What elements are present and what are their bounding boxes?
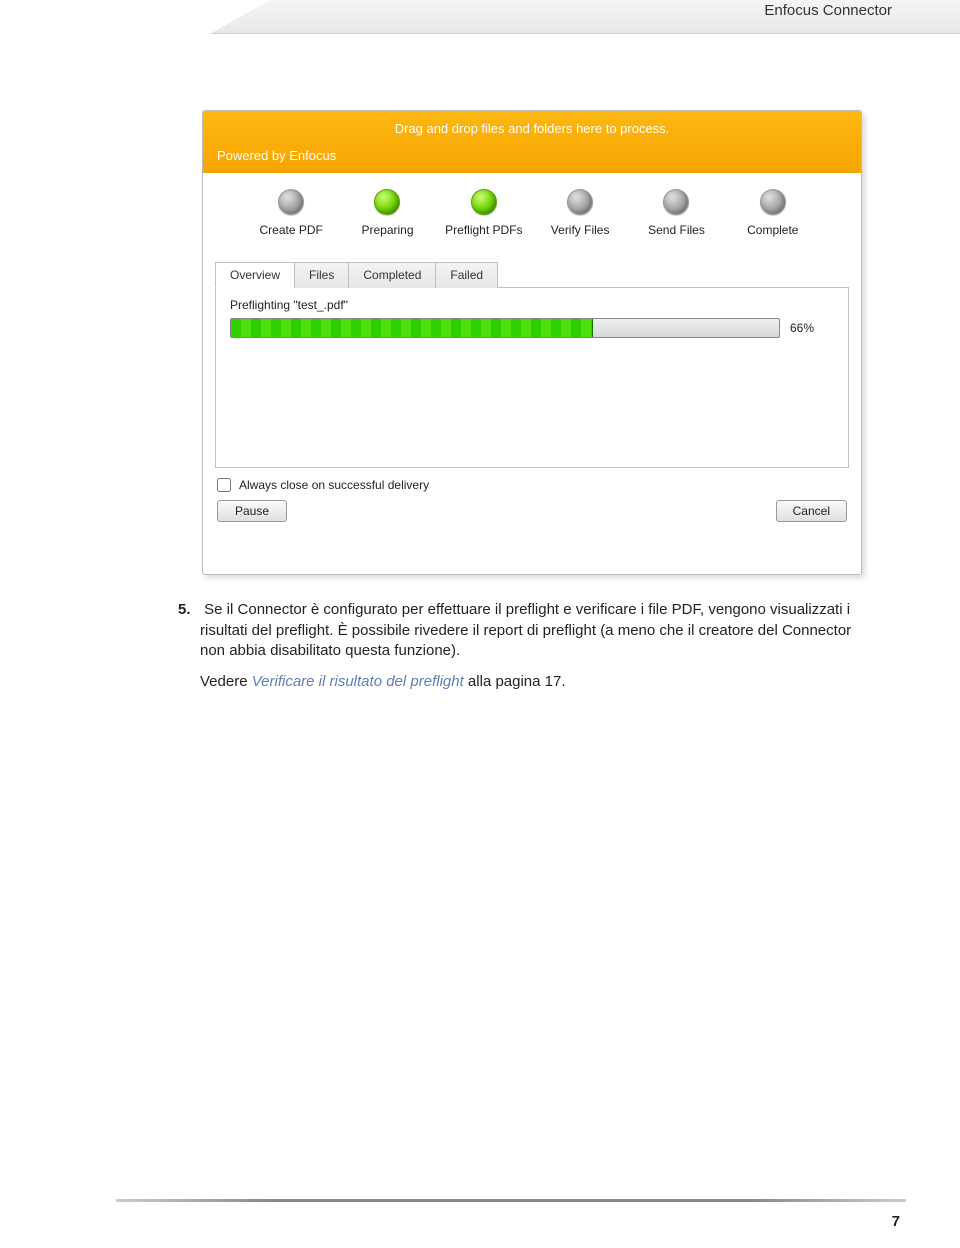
overview-panel: Preflighting "test_.pdf" 66% <box>215 288 849 468</box>
stage-complete: Complete <box>725 189 821 237</box>
stage-label: Preflight PDFs <box>445 223 522 237</box>
progress-status-text: Preflighting "test_.pdf" <box>230 298 834 312</box>
footer-rule <box>116 1199 906 1202</box>
header-title: Enfocus Connector <box>764 2 892 19</box>
stage-led-icon <box>760 189 786 215</box>
page-header-band: Enfocus Connector <box>0 0 960 34</box>
stage-label: Verify Files <box>551 223 610 237</box>
header-wedge <box>0 0 210 34</box>
progress-row: 66% <box>230 318 834 338</box>
stage-led-icon <box>374 189 400 215</box>
tabs-bar: OverviewFilesCompletedFailed <box>215 261 849 288</box>
tab-overview[interactable]: Overview <box>215 262 295 288</box>
stage-create-pdf: Create PDF <box>243 189 339 237</box>
progress-percent: 66% <box>790 321 814 335</box>
stage-led-icon <box>278 189 304 215</box>
stage-label: Complete <box>747 223 798 237</box>
close-on-delivery-row: Always close on successful delivery <box>217 478 847 492</box>
connector-screenshot: Drag and drop files and folders here to … <box>202 110 862 575</box>
see-link[interactable]: Verificare il risultato del preflight <box>252 673 464 690</box>
close-on-delivery-label: Always close on successful delivery <box>239 478 429 492</box>
tab-failed[interactable]: Failed <box>435 262 498 288</box>
doc-para-1: Se il Connector è configurato per effett… <box>200 601 851 659</box>
tab-files[interactable]: Files <box>294 262 349 288</box>
drop-zone-text: Drag and drop files and folders here to … <box>203 111 861 136</box>
stage-led-icon <box>471 189 497 215</box>
cancel-button[interactable]: Cancel <box>776 500 847 522</box>
page-number: 7 <box>892 1213 900 1230</box>
progress-fill <box>231 319 593 337</box>
document-text: 5. Se il Connector è configurato per eff… <box>178 600 870 703</box>
stage-label: Preparing <box>361 223 413 237</box>
stage-label: Send Files <box>648 223 705 237</box>
stage-verify-files: Verify Files <box>532 189 628 237</box>
stage-led-icon <box>567 189 593 215</box>
stage-preparing: Preparing <box>339 189 435 237</box>
progress-bar <box>230 318 780 338</box>
powered-by-text: Powered by Enfocus <box>217 148 336 163</box>
see-prefix: Vedere <box>200 673 252 690</box>
stages-row: Create PDF Preparing Preflight PDFs Verify … <box>203 173 861 247</box>
stage-label: Create PDF <box>259 223 322 237</box>
pause-button[interactable]: Pause <box>217 500 287 522</box>
stage-send-files: Send Files <box>628 189 724 237</box>
see-suffix: alla pagina 17. <box>464 673 566 690</box>
tab-completed[interactable]: Completed <box>348 262 436 288</box>
list-number: 5. <box>178 600 200 621</box>
stage-led-icon <box>663 189 689 215</box>
close-on-delivery-checkbox[interactable] <box>217 478 231 492</box>
stage-preflight-pdfs: Preflight PDFs <box>436 189 532 237</box>
button-row: Pause Cancel <box>217 500 847 522</box>
drop-zone[interactable]: Drag and drop files and folders here to … <box>203 111 861 173</box>
